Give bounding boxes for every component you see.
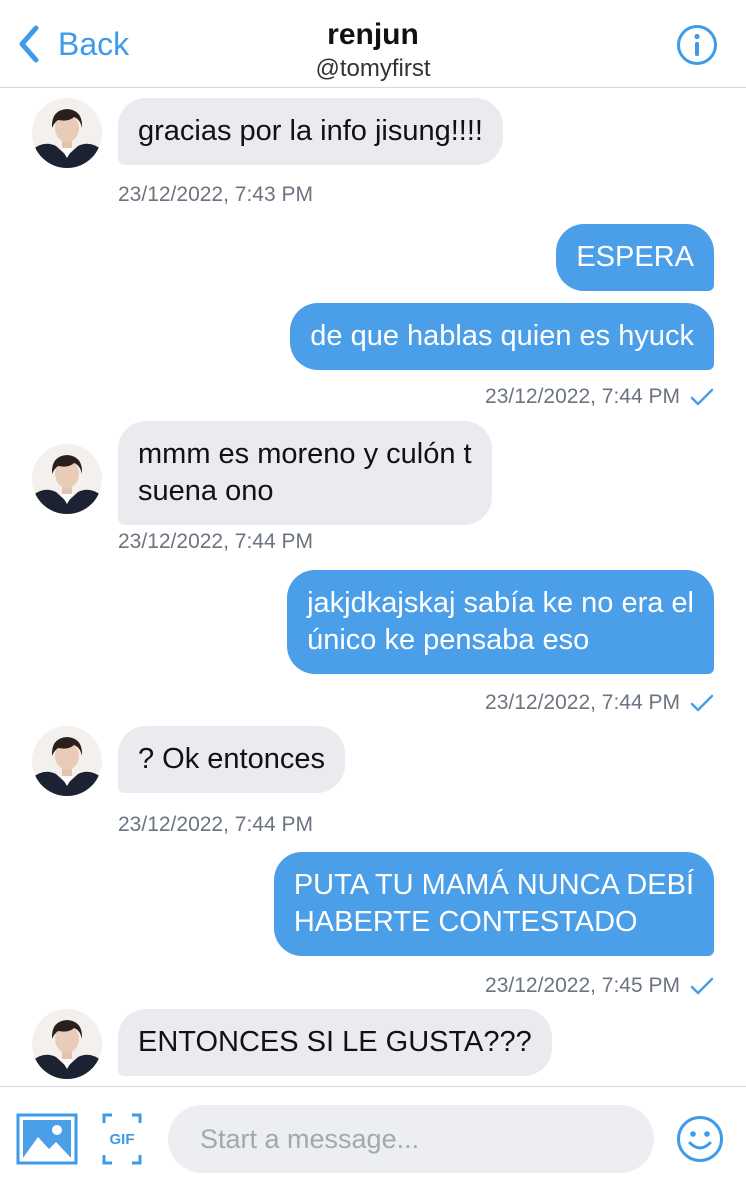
message-timestamp: 23/12/2022, 7:43 PM <box>118 183 313 206</box>
message-bubble-outgoing[interactable]: ESPERA <box>556 224 714 291</box>
checkmark-icon <box>690 694 714 712</box>
avatar[interactable] <box>32 1009 102 1079</box>
gif-label: GIF <box>110 1131 135 1148</box>
avatar[interactable] <box>32 98 102 168</box>
message-line: ? Ok entonces <box>138 743 325 775</box>
message-line: único ke pensaba eso <box>307 624 590 656</box>
message-status: 23/12/2022, 7:44 PM <box>485 691 714 715</box>
message-bubble-incoming[interactable]: gracias por la info jisung!!!! <box>118 98 503 165</box>
message-line: de que hablas quien es hyuck <box>310 320 694 352</box>
message-input[interactable] <box>168 1105 654 1173</box>
message-line: jakjdkajskaj sabía ke no era el <box>307 587 694 619</box>
message-line: PUTA TU MAMÁ NUNCA DEBÍ <box>293 869 694 901</box>
message-bubble-incoming[interactable]: ENTONCES SI LE GUSTA??? <box>118 1009 552 1076</box>
message-timestamp: 23/12/2022, 7:44 PM <box>118 530 313 553</box>
message-timestamp: 23/12/2022, 7:44 PM <box>118 813 313 836</box>
message-line: HABERTE CONTESTADO <box>293 906 638 938</box>
checkmark-icon <box>690 388 714 406</box>
message-line: gracias por la info jisung!!!! <box>138 115 483 147</box>
message-bubble-incoming[interactable]: ? Ok entonces <box>118 726 345 793</box>
message-line: suena ono <box>138 475 274 507</box>
message-timestamp: 23/12/2022, 7:44 PM <box>485 385 680 408</box>
message-timestamp: 23/12/2022, 7:45 PM <box>485 974 680 997</box>
gif-icon[interactable]: GIF <box>102 1113 142 1165</box>
message-status: 23/12/2022, 7:44 PM <box>485 385 714 409</box>
message-bubble-outgoing[interactable]: PUTA TU MAMÁ NUNCA DEBÍ HABERTE CONTESTA… <box>273 852 714 956</box>
message-status: 23/12/2022, 7:45 PM <box>485 974 714 998</box>
message-composer: GIF <box>0 1086 746 1200</box>
message-line: ENTONCES SI LE GUSTA??? <box>138 1026 532 1058</box>
message-timestamp: 23/12/2022, 7:44 PM <box>485 691 680 714</box>
message-line: ESPERA <box>576 241 694 273</box>
avatar[interactable] <box>32 444 102 514</box>
message-bubble-incoming[interactable]: mmm es moreno y culón t suena ono <box>118 421 492 525</box>
checkmark-icon <box>690 977 714 995</box>
message-bubble-outgoing[interactable]: de que hablas quien es hyuck <box>290 303 714 370</box>
info-icon[interactable] <box>676 24 718 66</box>
conversation-title-block[interactable]: renjun @tomyfirst <box>0 16 746 84</box>
conversation-handle: @tomyfirst <box>315 55 431 82</box>
image-icon[interactable] <box>16 1113 78 1165</box>
message-bubble-outgoing[interactable]: jakjdkajskaj sabía ke no era el único ke… <box>287 570 714 674</box>
conversation-header: Back renjun @tomyfirst <box>0 0 746 88</box>
message-line: mmm es moreno y culón t <box>138 438 472 470</box>
smiley-icon[interactable] <box>676 1115 724 1163</box>
conversation-title: renjun <box>327 18 419 51</box>
avatar[interactable] <box>32 726 102 796</box>
